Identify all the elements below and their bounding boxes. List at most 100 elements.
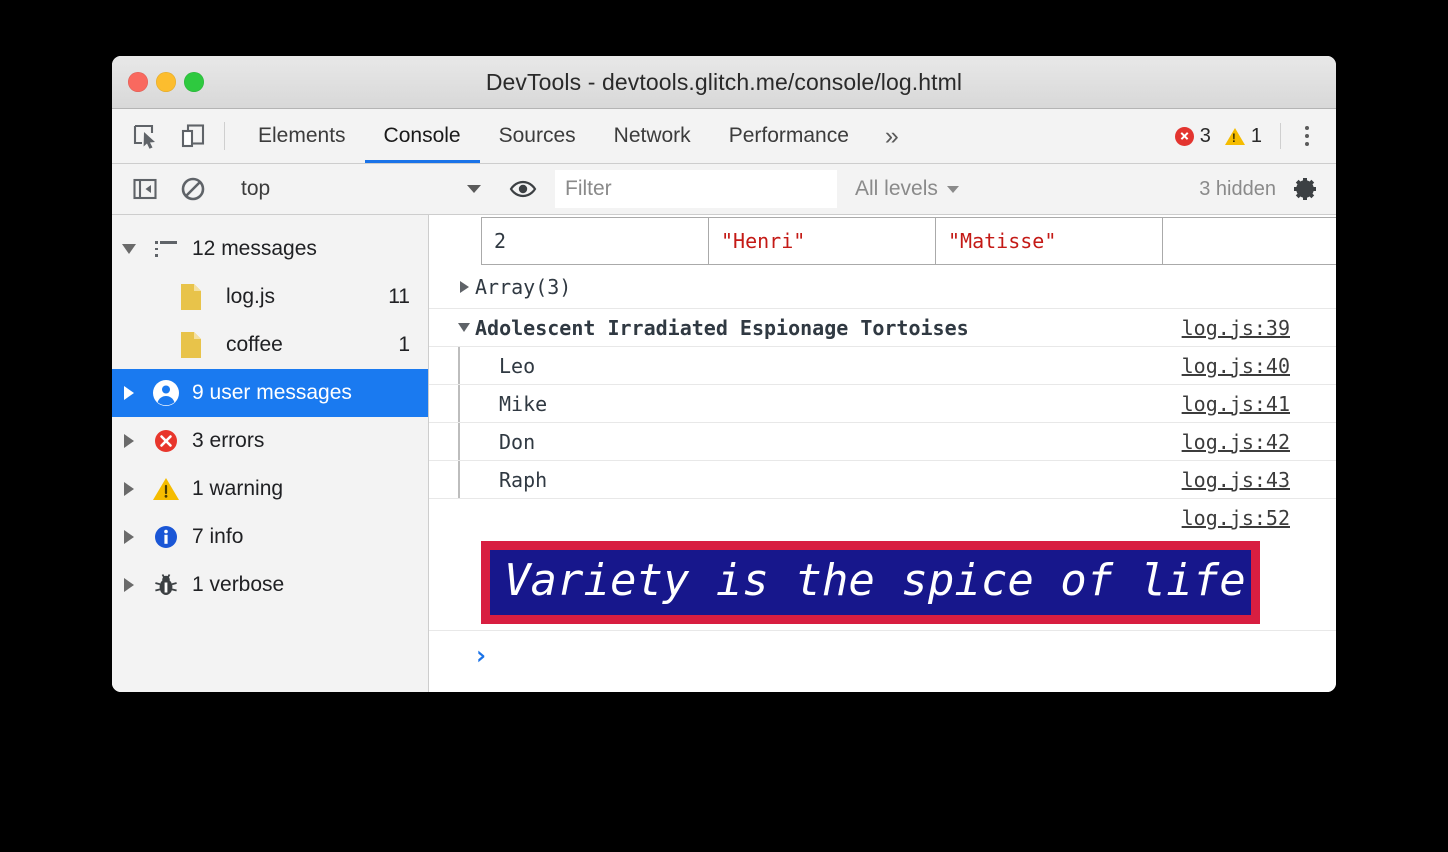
- sidebar-item-label: 9 user messages: [186, 381, 352, 405]
- console-sidebar-toggle-icon[interactable]: [128, 172, 162, 206]
- expand-arrow-icon[interactable]: [112, 244, 146, 254]
- console-row-message[interactable]: Leo log.js:40: [429, 347, 1336, 385]
- kebab-menu-icon[interactable]: [1292, 119, 1322, 153]
- sidebar-item-label: 3 errors: [186, 429, 264, 453]
- expand-arrow-icon[interactable]: [112, 530, 146, 544]
- hidden-messages-count[interactable]: 3 hidden: [1187, 178, 1288, 201]
- sidebar-item-info[interactable]: 7 info: [112, 513, 428, 561]
- sidebar-item-coffee[interactable]: coffee 1: [112, 321, 428, 369]
- sidebar-item-messages[interactable]: 12 messages: [112, 225, 428, 273]
- sidebar-item-label: coffee: [208, 333, 283, 357]
- console-sidebar: 12 messages log.js 11: [112, 215, 429, 692]
- console-group-header[interactable]: Adolescent Irradiated Espionage Tortoise…: [429, 309, 1336, 347]
- warning-counter[interactable]: 1: [1218, 125, 1269, 148]
- inspect-element-icon[interactable]: [128, 119, 162, 153]
- table-cell-index: 2: [482, 218, 709, 265]
- console-row-styled-message[interactable]: Variety is the spice of life: [429, 537, 1336, 631]
- console-prompt-row[interactable]: ›: [429, 631, 1336, 692]
- execution-context-selector[interactable]: top: [229, 177, 491, 201]
- tabbar-divider: [224, 122, 225, 150]
- console-row-message[interactable]: Raph log.js:43: [429, 461, 1336, 499]
- console-row-styled-source[interactable]: log.js:52: [429, 499, 1336, 537]
- window-title: DevTools - devtools.glitch.me/console/lo…: [112, 69, 1336, 96]
- file-icon: [174, 283, 208, 311]
- array-label: Array(3): [475, 275, 571, 299]
- close-button[interactable]: [128, 72, 148, 92]
- console-table-wrapper: 2 "Henri" "Matisse": [429, 215, 1336, 265]
- panel-tabs: Elements Console Sources Network Perform…: [239, 109, 916, 163]
- list-icon: [146, 241, 186, 257]
- sidebar-item-count: 11: [388, 285, 410, 309]
- source-link[interactable]: log.js:42: [1182, 430, 1290, 454]
- minimize-button[interactable]: [156, 72, 176, 92]
- info-icon: [146, 523, 186, 551]
- console-filter-toolbar: top All levels 3 hidden: [112, 164, 1336, 215]
- file-icon: [174, 331, 208, 359]
- live-expression-icon[interactable]: [506, 172, 540, 206]
- source-link[interactable]: log.js:43: [1182, 468, 1290, 492]
- warning-icon: [1225, 128, 1245, 145]
- message-text: Raph: [499, 468, 547, 492]
- sidebar-item-warning[interactable]: 1 warning: [112, 465, 428, 513]
- error-counter[interactable]: 3: [1168, 125, 1218, 148]
- tab-network[interactable]: Network: [595, 109, 710, 163]
- sidebar-item-label: 7 info: [186, 525, 243, 549]
- tab-elements[interactable]: Elements: [239, 109, 365, 163]
- sidebar-item-verbose[interactable]: 1 verbose: [112, 561, 428, 609]
- source-link[interactable]: log.js:39: [1182, 316, 1290, 340]
- error-icon: [146, 427, 186, 455]
- source-link[interactable]: log.js:41: [1182, 392, 1290, 416]
- tab-sources[interactable]: Sources: [480, 109, 595, 163]
- window-titlebar: DevTools - devtools.glitch.me/console/lo…: [112, 56, 1336, 109]
- chevron-down-icon: [947, 186, 959, 193]
- source-link[interactable]: log.js:40: [1182, 354, 1290, 378]
- device-toolbar-icon[interactable]: [176, 119, 210, 153]
- collapse-arrow-icon[interactable]: [453, 323, 475, 332]
- filterbar-right: 3 hidden: [1186, 172, 1336, 206]
- sidebar-item-errors[interactable]: 3 errors: [112, 417, 428, 465]
- sidebar-item-label: log.js: [208, 285, 275, 309]
- message-text: Don: [499, 430, 535, 454]
- execution-context-value: top: [241, 177, 270, 201]
- styled-message-text: Variety is the spice of life: [490, 550, 1251, 615]
- expand-arrow-icon[interactable]: [112, 482, 146, 496]
- log-level-value: All levels: [855, 177, 938, 201]
- console-row-array[interactable]: Array(3): [429, 265, 1336, 309]
- expand-arrow-icon[interactable]: [112, 578, 146, 592]
- console-body: 12 messages log.js 11: [112, 215, 1336, 692]
- group-title: Adolescent Irradiated Espionage Tortoise…: [475, 316, 969, 340]
- more-tabs-button[interactable]: »: [868, 109, 916, 163]
- sidebar-item-count: 1: [398, 333, 410, 357]
- console-table: 2 "Henri" "Matisse": [481, 217, 1336, 265]
- filter-input[interactable]: [555, 170, 837, 208]
- table-cell-last: "Matisse": [936, 218, 1163, 265]
- sidebar-item-label: 12 messages: [186, 237, 317, 261]
- expand-arrow-icon[interactable]: [453, 281, 475, 293]
- sidebar-item-log-js[interactable]: log.js 11: [112, 273, 428, 321]
- sidebar-item-user-messages[interactable]: 9 user messages: [112, 369, 428, 417]
- error-count: 3: [1200, 125, 1211, 148]
- devtools-tabbar: Elements Console Sources Network Perform…: [112, 109, 1336, 164]
- expand-arrow-icon[interactable]: [112, 386, 146, 400]
- gear-icon[interactable]: [1288, 172, 1322, 206]
- devtools-window: DevTools - devtools.glitch.me/console/lo…: [112, 56, 1336, 692]
- sidebar-item-label: 1 warning: [186, 477, 283, 501]
- log-level-selector[interactable]: All levels: [837, 177, 977, 201]
- message-text: Mike: [499, 392, 547, 416]
- console-message-pane[interactable]: 2 "Henri" "Matisse" Array(3) Adolescent …: [429, 215, 1336, 692]
- tabbar-left-icons: [112, 109, 210, 163]
- table-row: 2 "Henri" "Matisse": [482, 218, 1337, 265]
- console-row-message[interactable]: Don log.js:42: [429, 423, 1336, 461]
- tab-console[interactable]: Console: [365, 109, 480, 163]
- console-row-message[interactable]: Mike log.js:41: [429, 385, 1336, 423]
- clear-console-icon[interactable]: [176, 172, 210, 206]
- tabbar-right: 3 1: [1168, 109, 1336, 163]
- message-text: Leo: [499, 354, 535, 378]
- expand-arrow-icon[interactable]: [112, 434, 146, 448]
- source-link[interactable]: log.js:52: [1182, 506, 1290, 530]
- warning-count: 1: [1251, 125, 1262, 148]
- zoom-button[interactable]: [184, 72, 204, 92]
- window-controls: [128, 56, 204, 108]
- styled-message-banner: Variety is the spice of life: [481, 541, 1260, 624]
- tab-performance[interactable]: Performance: [710, 109, 868, 163]
